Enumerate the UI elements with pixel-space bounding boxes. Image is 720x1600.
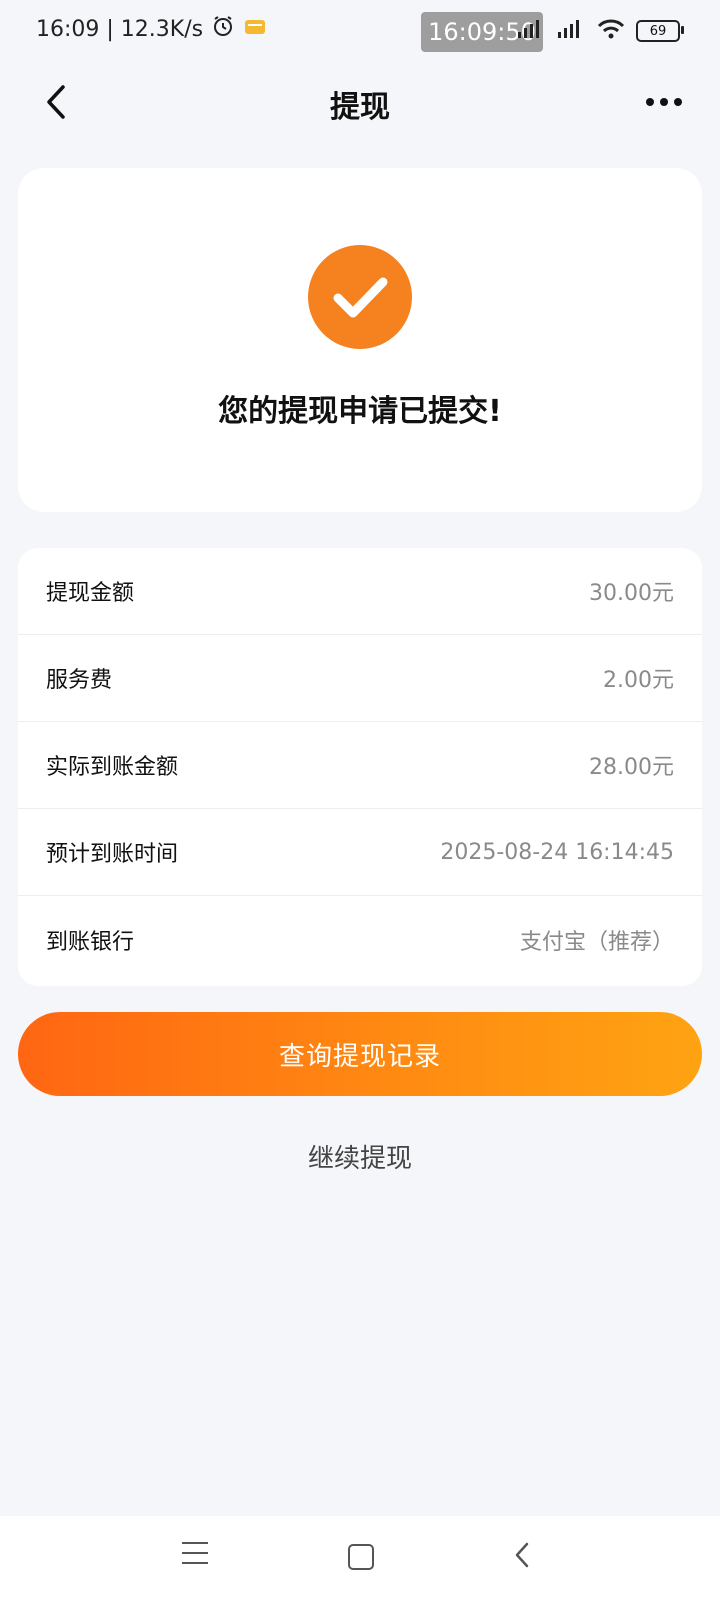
row-value: 支付宝（推荐） xyxy=(519,929,674,955)
recent-apps-button[interactable] xyxy=(182,1542,212,1572)
more-dot-icon xyxy=(646,98,654,106)
more-options-button[interactable] xyxy=(636,84,692,120)
withdrawal-details: 提现金额 30.00元 服务费 2.00元 实际到账金额 28.00元 预计到账… xyxy=(18,548,702,986)
status-left: 16:09 | 12.3K/s xyxy=(36,14,267,44)
continue-withdrawal-link[interactable]: 继续提现 xyxy=(0,1138,720,1175)
app-notification-icon xyxy=(243,16,267,42)
menu-line-icon xyxy=(182,1552,208,1554)
row-label: 实际到账金额 xyxy=(46,755,179,780)
detail-row-bank: 到账银行 支付宝（推荐） xyxy=(18,896,702,983)
wifi-icon xyxy=(596,18,626,44)
page-title: 提现 xyxy=(330,90,390,125)
row-label: 提现金额 xyxy=(46,581,135,606)
menu-line-icon xyxy=(182,1562,208,1564)
alarm-icon xyxy=(211,14,235,44)
signal-icon xyxy=(516,18,546,44)
chevron-left-icon xyxy=(515,1542,529,1568)
row-label: 到账银行 xyxy=(46,929,135,955)
more-dot-icon xyxy=(660,98,668,106)
success-message: 您的提现申请已提交! xyxy=(218,394,502,429)
row-value: 30.00元 xyxy=(589,581,674,606)
home-button[interactable] xyxy=(348,1544,374,1570)
success-check-icon xyxy=(308,245,412,349)
menu-line-icon xyxy=(182,1542,208,1544)
detail-row-actual-amount: 实际到账金额 28.00元 xyxy=(18,722,702,809)
row-value: 2025-08-24 16:14:45 xyxy=(440,839,674,865)
row-value: 2.00元 xyxy=(603,668,674,693)
row-label: 服务费 xyxy=(46,668,113,693)
detail-row-fee: 服务费 2.00元 xyxy=(18,635,702,722)
status-bar: 16:09 | 12.3K/s 16:09:50 69 xyxy=(0,0,720,64)
detail-row-amount: 提现金额 30.00元 xyxy=(18,548,702,635)
battery-icon: 69 xyxy=(636,20,684,42)
view-withdrawal-records-button[interactable]: 查询提现记录 xyxy=(18,1012,702,1096)
more-dot-icon xyxy=(674,98,682,106)
signal-icon-2 xyxy=(556,18,586,44)
row-label: 预计到账时间 xyxy=(46,842,179,867)
system-nav-bar xyxy=(0,1516,720,1600)
system-back-button[interactable] xyxy=(512,1540,542,1574)
nav-bar: 提现 xyxy=(0,64,720,140)
row-value: 28.00元 xyxy=(589,755,674,780)
status-right: 69 xyxy=(516,18,684,44)
detail-row-arrival-time: 预计到账时间 2025-08-24 16:14:45 xyxy=(18,809,702,896)
success-card: 您的提现申请已提交! xyxy=(18,168,702,512)
status-time-speed: 16:09 | 12.3K/s xyxy=(36,16,204,42)
